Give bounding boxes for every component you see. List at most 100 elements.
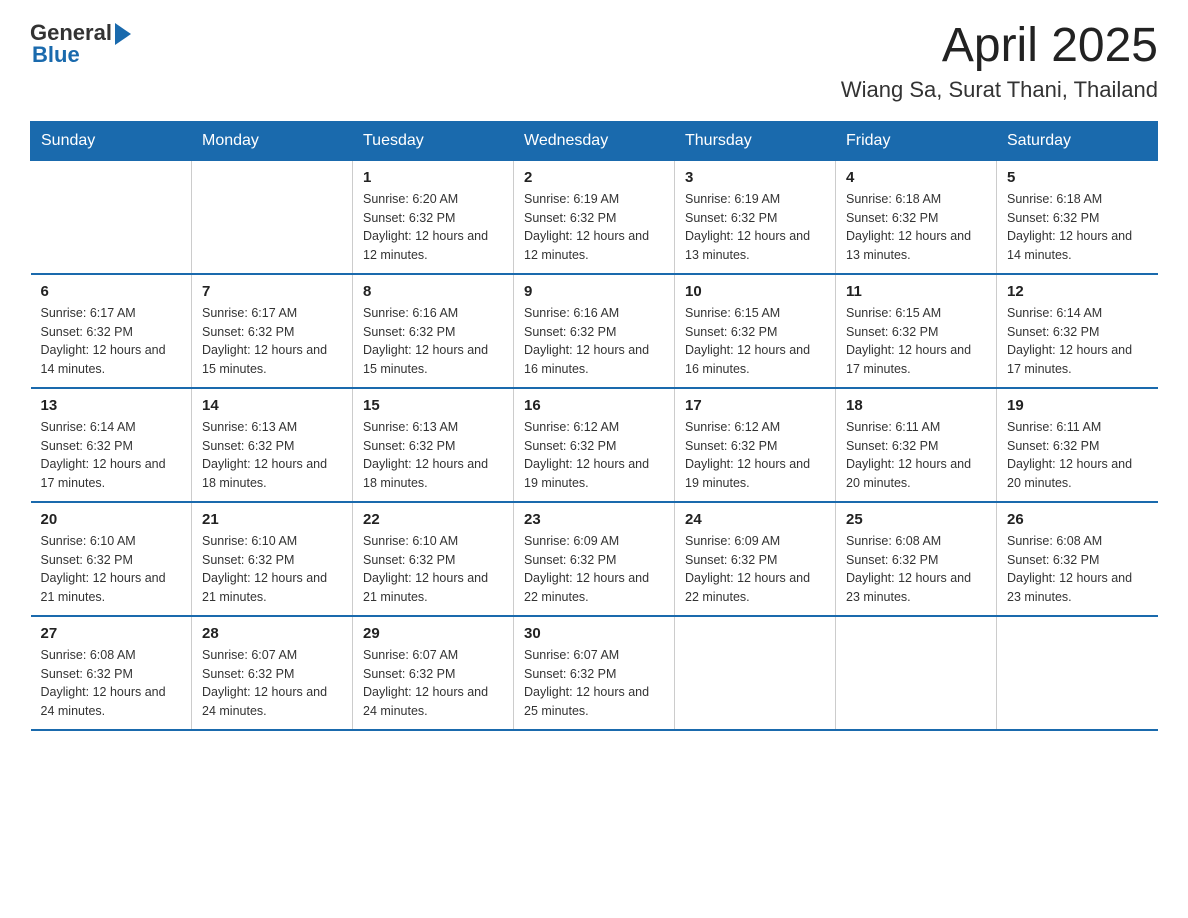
cell-week1-day7: 5Sunrise: 6:18 AMSunset: 6:32 PMDaylight… <box>997 160 1158 274</box>
cell-week2-day4: 9 Sunrise: 6:16 AMSunset: 6:32 PMDaylight… <box>514 274 675 388</box>
cell-week1-day3: 1 Sunrise: 6:20 AMSunset: 6:32 PMDaylight… <box>353 160 514 274</box>
day-info: Sunrise: 6:13 AMSunset: 6:32 PMDaylight:… <box>202 418 342 493</box>
cell-week2-day3: 8 Sunrise: 6:16 AMSunset: 6:32 PMDaylight… <box>353 274 514 388</box>
cell-week4-day2: 21 Sunrise: 6:10 AMSunset: 6:32 PMDayligh… <box>192 502 353 616</box>
day-info: Sunrise: 6:08 AMSunset: 6:32 PMDaylight:… <box>41 646 182 721</box>
cell-week4-day4: 23Sunrise: 6:09 AMSunset: 6:32 PMDayligh… <box>514 502 675 616</box>
cell-week2-day6: 11Sunrise: 6:15 AMSunset: 6:32 PMDayligh… <box>836 274 997 388</box>
day-number: 21 <box>202 511 342 528</box>
day-number: 12 <box>1007 283 1148 300</box>
day-number: 16 <box>524 397 664 414</box>
day-number: 20 <box>41 511 182 528</box>
week-row-1: 1 Sunrise: 6:20 AMSunset: 6:32 PMDaylight… <box>31 160 1158 274</box>
calendar-header-row: SundayMondayTuesdayWednesdayThursdayFrid… <box>31 121 1158 160</box>
cell-week5-day3: 29Sunrise: 6:07 AMSunset: 6:32 PMDayligh… <box>353 616 514 730</box>
day-info: Sunrise: 6:16 AMSunset: 6:32 PMDaylight:… <box>524 304 664 379</box>
cell-week2-day1: 6Sunrise: 6:17 AMSunset: 6:32 PMDaylight… <box>31 274 192 388</box>
day-number: 6 <box>41 283 182 300</box>
day-info: Sunrise: 6:10 AMSunset: 6:32 PMDaylight:… <box>41 532 182 607</box>
cell-week5-day4: 30 Sunrise: 6:07 AMSunset: 6:32 PMDayligh… <box>514 616 675 730</box>
day-info: Sunrise: 6:09 AMSunset: 6:32 PMDaylight:… <box>685 532 825 607</box>
cell-week1-day4: 2Sunrise: 6:19 AMSunset: 6:32 PMDaylight… <box>514 160 675 274</box>
cell-week4-day5: 24Sunrise: 6:09 AMSunset: 6:32 PMDayligh… <box>675 502 836 616</box>
cell-week2-day7: 12 Sunrise: 6:14 AMSunset: 6:32 PMDayligh… <box>997 274 1158 388</box>
day-number: 19 <box>1007 397 1148 414</box>
day-number: 2 <box>524 169 664 186</box>
cell-week5-day1: 27 Sunrise: 6:08 AMSunset: 6:32 PMDayligh… <box>31 616 192 730</box>
day-info: Sunrise: 6:12 AMSunset: 6:32 PMDaylight:… <box>685 418 825 493</box>
day-number: 8 <box>363 283 503 300</box>
cell-week5-day6 <box>836 616 997 730</box>
logo: General Blue <box>30 20 131 68</box>
cell-week3-day6: 18 Sunrise: 6:11 AMSunset: 6:32 PMDayligh… <box>836 388 997 502</box>
cell-week3-day4: 16 Sunrise: 6:12 AMSunset: 6:32 PMDayligh… <box>514 388 675 502</box>
day-number: 4 <box>846 169 986 186</box>
header-friday: Friday <box>836 121 997 160</box>
cell-week1-day2 <box>192 160 353 274</box>
header-wednesday: Wednesday <box>514 121 675 160</box>
header-sunday: Sunday <box>31 121 192 160</box>
day-number: 15 <box>363 397 503 414</box>
day-number: 10 <box>685 283 825 300</box>
cell-week2-day5: 10 Sunrise: 6:15 AMSunset: 6:32 PMDayligh… <box>675 274 836 388</box>
cell-week2-day2: 7 Sunrise: 6:17 AMSunset: 6:32 PMDaylight… <box>192 274 353 388</box>
cell-week3-day5: 17 Sunrise: 6:12 AMSunset: 6:32 PMDayligh… <box>675 388 836 502</box>
day-info: Sunrise: 6:10 AMSunset: 6:32 PMDaylight:… <box>202 532 342 607</box>
day-info: Sunrise: 6:14 AMSunset: 6:32 PMDaylight:… <box>1007 304 1148 379</box>
page-subtitle: Wiang Sa, Surat Thani, Thailand <box>841 77 1158 103</box>
day-info: Sunrise: 6:15 AMSunset: 6:32 PMDaylight:… <box>685 304 825 379</box>
day-number: 13 <box>41 397 182 414</box>
day-number: 9 <box>524 283 664 300</box>
calendar-table: SundayMondayTuesdayWednesdayThursdayFrid… <box>30 121 1158 731</box>
day-number: 30 <box>524 625 664 642</box>
day-info: Sunrise: 6:20 AMSunset: 6:32 PMDaylight:… <box>363 190 503 265</box>
week-row-2: 6 Sunrise: 6:17 AMSunset: 6:32 PMDaylight… <box>31 274 1158 388</box>
day-info: Sunrise: 6:12 AMSunset: 6:32 PMDaylight:… <box>524 418 664 493</box>
header-saturday: Saturday <box>997 121 1158 160</box>
cell-week5-day2: 28 Sunrise: 6:07 AMSunset: 6:32 PMDayligh… <box>192 616 353 730</box>
cell-week3-day2: 14 Sunrise: 6:13 AMSunset: 6:32 PMDayligh… <box>192 388 353 502</box>
cell-week4-day6: 25Sunrise: 6:08 AMSunset: 6:32 PMDayligh… <box>836 502 997 616</box>
cell-week1-day6: 4 Sunrise: 6:18 AMSunset: 6:32 PMDaylight… <box>836 160 997 274</box>
week-row-3: 13 Sunrise: 6:14 AMSunset: 6:32 PMDayligh… <box>31 388 1158 502</box>
week-row-4: 20 Sunrise: 6:10 AMSunset: 6:32 PMDayligh… <box>31 502 1158 616</box>
day-info: Sunrise: 6:07 AMSunset: 6:32 PMDaylight:… <box>202 646 342 721</box>
day-number: 18 <box>846 397 986 414</box>
cell-week4-day1: 20 Sunrise: 6:10 AMSunset: 6:32 PMDayligh… <box>31 502 192 616</box>
page-header: General Blue April 2025 Wiang Sa, Surat … <box>30 20 1158 103</box>
day-info: Sunrise: 6:10 AMSunset: 6:32 PMDaylight:… <box>363 532 503 607</box>
logo-text-blue: Blue <box>32 42 80 68</box>
day-info: Sunrise: 6:08 AMSunset: 6:32 PMDaylight:… <box>1007 532 1148 607</box>
cell-week1-day1 <box>31 160 192 274</box>
day-info: Sunrise: 6:16 AMSunset: 6:32 PMDaylight:… <box>363 304 503 379</box>
day-number: 26 <box>1007 511 1148 528</box>
header-tuesday: Tuesday <box>353 121 514 160</box>
cell-week3-day3: 15 Sunrise: 6:13 AMSunset: 6:32 PMDayligh… <box>353 388 514 502</box>
day-number: 27 <box>41 625 182 642</box>
cell-week4-day3: 22 Sunrise: 6:10 AMSunset: 6:32 PMDayligh… <box>353 502 514 616</box>
day-info: Sunrise: 6:11 AMSunset: 6:32 PMDaylight:… <box>846 418 986 493</box>
day-info: Sunrise: 6:18 AMSunset: 6:32 PMDaylight:… <box>1007 190 1148 265</box>
day-info: Sunrise: 6:17 AMSunset: 6:32 PMDaylight:… <box>202 304 342 379</box>
logo-arrow-icon <box>115 23 131 45</box>
calendar-header: SundayMondayTuesdayWednesdayThursdayFrid… <box>31 121 1158 160</box>
header-monday: Monday <box>192 121 353 160</box>
day-info: Sunrise: 6:11 AMSunset: 6:32 PMDaylight:… <box>1007 418 1148 493</box>
day-info: Sunrise: 6:13 AMSunset: 6:32 PMDaylight:… <box>363 418 503 493</box>
day-info: Sunrise: 6:14 AMSunset: 6:32 PMDaylight:… <box>41 418 182 493</box>
title-section: April 2025 Wiang Sa, Surat Thani, Thaila… <box>841 20 1158 103</box>
day-info: Sunrise: 6:18 AMSunset: 6:32 PMDaylight:… <box>846 190 986 265</box>
day-info: Sunrise: 6:07 AMSunset: 6:32 PMDaylight:… <box>363 646 503 721</box>
day-number: 1 <box>363 169 503 186</box>
cell-week1-day5: 3Sunrise: 6:19 AMSunset: 6:32 PMDaylight… <box>675 160 836 274</box>
day-info: Sunrise: 6:07 AMSunset: 6:32 PMDaylight:… <box>524 646 664 721</box>
day-number: 28 <box>202 625 342 642</box>
day-number: 22 <box>363 511 503 528</box>
cell-week5-day5 <box>675 616 836 730</box>
cell-week3-day1: 13 Sunrise: 6:14 AMSunset: 6:32 PMDayligh… <box>31 388 192 502</box>
day-number: 17 <box>685 397 825 414</box>
cell-week4-day7: 26 Sunrise: 6:08 AMSunset: 6:32 PMDayligh… <box>997 502 1158 616</box>
day-number: 14 <box>202 397 342 414</box>
day-number: 7 <box>202 283 342 300</box>
calendar-body: 1 Sunrise: 6:20 AMSunset: 6:32 PMDaylight… <box>31 160 1158 730</box>
